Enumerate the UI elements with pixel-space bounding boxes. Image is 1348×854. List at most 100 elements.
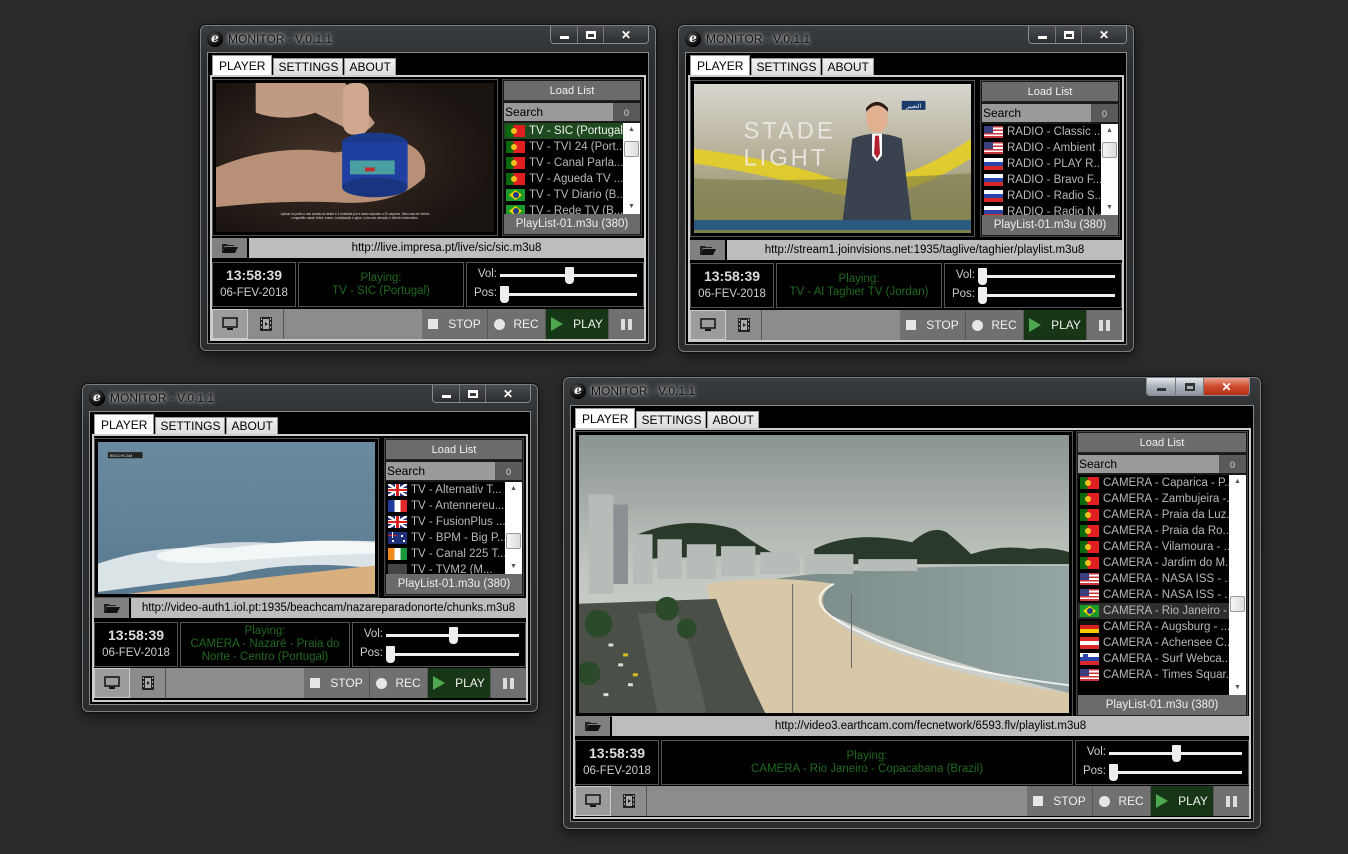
pause-button[interactable] xyxy=(1087,310,1122,340)
scroll-down-icon[interactable]: ▼ xyxy=(623,200,640,214)
channel-list-item[interactable]: TV - TV Diario (B... xyxy=(504,187,624,203)
tab-settings[interactable]: SETTINGS xyxy=(636,411,707,429)
channel-list-item[interactable]: CAMERA - Achensee C... xyxy=(1078,635,1230,651)
volume-slider-thumb[interactable] xyxy=(448,627,458,644)
scroll-up-icon[interactable]: ▲ xyxy=(1101,124,1118,138)
channel-list-item[interactable]: TV - TVM2 (M... xyxy=(386,562,506,574)
play-button[interactable]: PLAY xyxy=(1151,786,1214,816)
channel-list-item[interactable]: CAMERA - Praia da Ro... xyxy=(1078,523,1230,539)
record-button[interactable]: REC xyxy=(966,310,1024,340)
search-input[interactable]: Search xyxy=(386,462,495,480)
channel-list-item[interactable]: CAMERA - Caparica - P... xyxy=(1078,475,1230,491)
search-input[interactable]: Search xyxy=(504,103,613,121)
channel-list-scrollbar[interactable]: ▲ ▼ xyxy=(623,123,640,214)
title-bar[interactable]: e MONITOR - V.0.1.1 ✕ xyxy=(564,378,1260,404)
channel-list-item[interactable]: CAMERA - Augsburg - ... xyxy=(1078,619,1230,635)
tab-player[interactable]: PLAYER xyxy=(690,55,751,76)
stream-url-field[interactable]: http://video-auth1.iol.pt:1935/beachcam/… xyxy=(131,598,526,618)
pause-button[interactable] xyxy=(1214,786,1249,816)
volume-slider-thumb[interactable] xyxy=(1171,745,1181,762)
title-bar[interactable]: e MONITOR - V.0.1.1 ✕ xyxy=(679,26,1133,52)
position-slider-thumb[interactable] xyxy=(500,286,509,303)
channel-list-item[interactable]: CAMERA - Praia da Luz... xyxy=(1078,507,1230,523)
channel-list-item[interactable]: CAMERA - Rio Janeiro - ... xyxy=(1078,603,1230,619)
video-mode-button[interactable] xyxy=(726,310,762,340)
screen-mode-button[interactable] xyxy=(94,668,130,698)
scroll-up-icon[interactable]: ▲ xyxy=(505,482,522,496)
maximize-button[interactable] xyxy=(577,26,603,43)
position-slider-thumb[interactable] xyxy=(978,287,987,304)
open-folder-button[interactable] xyxy=(212,238,247,258)
channel-list-item[interactable]: RADIO - PLAY R... xyxy=(982,156,1102,172)
stream-url-field[interactable]: http://video3.earthcam.com/fecnetwork/65… xyxy=(612,716,1249,736)
tab-about[interactable]: ABOUT xyxy=(707,411,759,429)
channel-list-item[interactable]: TV - BPM - Big P... xyxy=(386,530,506,546)
position-slider-thumb[interactable] xyxy=(1109,764,1118,781)
pause-button[interactable] xyxy=(609,309,644,339)
position-slider[interactable] xyxy=(978,287,1115,304)
video-display[interactable]: BEACHCAM xyxy=(94,438,379,598)
video-display[interactable]: STADE LIGHT التغيير xyxy=(690,80,975,237)
play-button[interactable]: PLAY xyxy=(1024,310,1087,340)
channel-list-item[interactable]: CAMERA - Jardim do M... xyxy=(1078,555,1230,571)
scroll-down-icon[interactable]: ▼ xyxy=(1229,681,1246,695)
tab-settings[interactable]: SETTINGS xyxy=(273,58,344,76)
channel-list-item[interactable]: TV - TVI 24 (Port... xyxy=(504,139,624,155)
video-display[interactable]: Aplicar no peito e nas costas ao deitar … xyxy=(212,79,498,236)
tab-player[interactable]: PLAYER xyxy=(94,414,155,435)
maximize-button[interactable] xyxy=(459,385,485,402)
channel-list-item[interactable]: RADIO - Classic ... xyxy=(982,124,1102,140)
stream-url-field[interactable]: http://live.impresa.pt/live/sic/sic.m3u8 xyxy=(249,238,644,258)
channel-list-item[interactable]: RADIO - Bravo F... xyxy=(982,172,1102,188)
channel-list-item[interactable]: TV - FusionPlus ... xyxy=(386,514,506,530)
screen-mode-button[interactable] xyxy=(575,786,611,816)
channel-list-item[interactable]: CAMERA - Vilamoura - ... xyxy=(1078,539,1230,555)
pause-button[interactable] xyxy=(491,668,526,698)
position-slider[interactable] xyxy=(1109,764,1242,781)
search-input[interactable]: Search xyxy=(982,104,1091,122)
channel-list-item[interactable]: TV - Antennereu... xyxy=(386,498,506,514)
channel-list-item[interactable]: CAMERA - NASA ISS - ... xyxy=(1078,587,1230,603)
stop-button[interactable]: STOP xyxy=(422,309,488,339)
close-button[interactable]: ✕ xyxy=(485,385,530,402)
stop-button[interactable]: STOP xyxy=(304,668,370,698)
playlist-name[interactable]: PlayList-01.m3u (380) xyxy=(504,214,640,234)
scroll-up-icon[interactable]: ▲ xyxy=(1229,475,1246,489)
scroll-up-icon[interactable]: ▲ xyxy=(623,123,640,137)
volume-slider-thumb[interactable] xyxy=(564,267,574,284)
record-button[interactable]: REC xyxy=(488,309,546,339)
position-slider[interactable] xyxy=(386,646,519,663)
close-button[interactable]: ✕ xyxy=(1203,378,1249,395)
screen-mode-button[interactable] xyxy=(212,309,248,339)
minimize-button[interactable] xyxy=(1147,378,1175,395)
open-folder-button[interactable] xyxy=(690,240,725,260)
position-slider[interactable] xyxy=(500,286,637,303)
playlist-name[interactable]: PlayList-01.m3u (380) xyxy=(982,215,1118,235)
load-list-button[interactable]: Load List xyxy=(1078,433,1246,453)
channel-list-item[interactable]: RADIO - Radio N... xyxy=(982,204,1102,215)
close-button[interactable]: ✕ xyxy=(1081,26,1126,43)
scroll-down-icon[interactable]: ▼ xyxy=(505,560,522,574)
screen-mode-button[interactable] xyxy=(690,310,726,340)
tab-player[interactable]: PLAYER xyxy=(212,55,273,76)
volume-slider[interactable] xyxy=(978,268,1115,285)
close-button[interactable]: ✕ xyxy=(603,26,648,43)
scroll-down-icon[interactable]: ▼ xyxy=(1101,201,1118,215)
channel-list-item[interactable]: RADIO - Radio S... xyxy=(982,188,1102,204)
stream-url-field[interactable]: http://stream1.joinvisions.net:1935/tagl… xyxy=(727,240,1122,260)
channel-list-item[interactable]: TV - Canal 225 T... xyxy=(386,546,506,562)
channel-list-item[interactable]: CAMERA - Zambujeira -... xyxy=(1078,491,1230,507)
channel-list-item[interactable]: TV - SIC (Portugal) xyxy=(504,123,624,139)
record-button[interactable]: REC xyxy=(370,668,428,698)
open-folder-button[interactable] xyxy=(575,716,610,736)
channel-list-item[interactable]: CAMERA - Times Squar... xyxy=(1078,667,1230,683)
volume-slider[interactable] xyxy=(1109,745,1242,762)
channel-list-item[interactable]: CAMERA - NASA ISS - ... xyxy=(1078,571,1230,587)
channel-list-item[interactable]: CAMERA - Surf Webca... xyxy=(1078,651,1230,667)
tab-about[interactable]: ABOUT xyxy=(226,417,278,435)
channel-list-item[interactable]: TV - Agueda TV ... xyxy=(504,171,624,187)
volume-slider-thumb[interactable] xyxy=(978,268,987,285)
stop-button[interactable]: STOP xyxy=(1027,786,1093,816)
maximize-button[interactable] xyxy=(1175,378,1203,395)
search-input[interactable]: Search xyxy=(1078,455,1219,473)
